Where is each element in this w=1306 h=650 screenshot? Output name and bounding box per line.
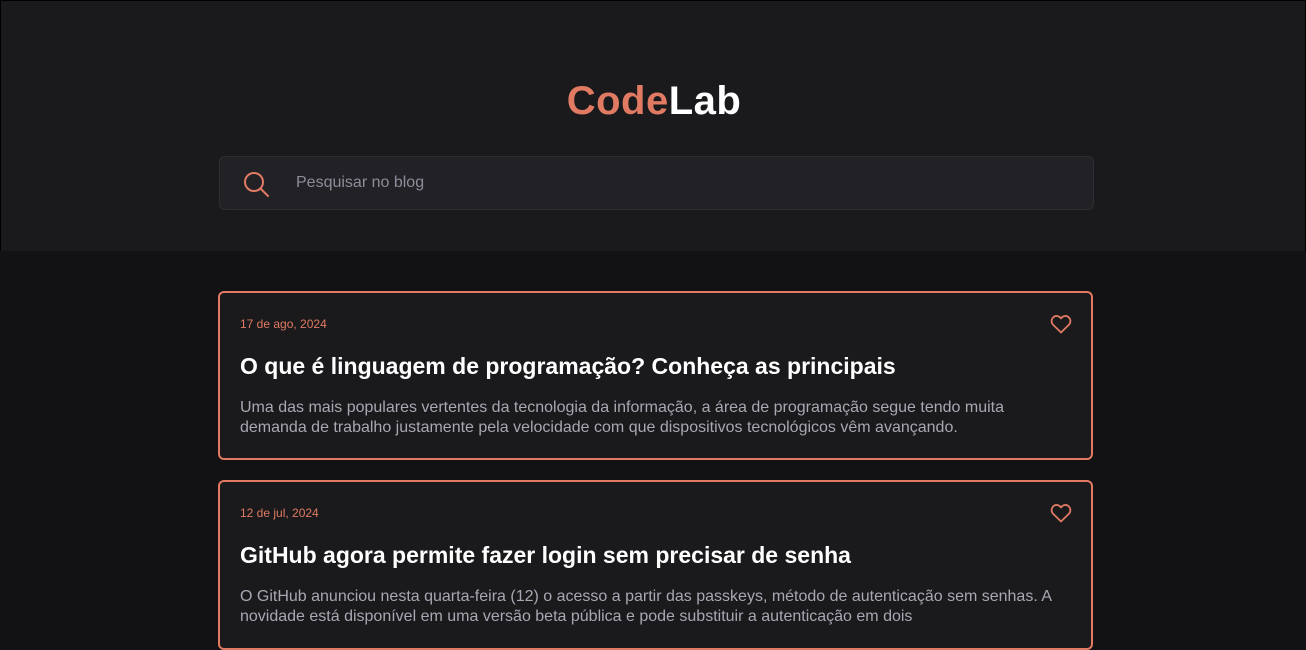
heart-icon[interactable] — [1049, 312, 1073, 336]
post-card[interactable]: 12 de jul, 2024 GitHub agora permite faz… — [218, 480, 1093, 650]
post-title[interactable]: GitHub agora permite fazer login sem pre… — [240, 542, 851, 569]
logo-lab-text: Lab — [668, 79, 742, 123]
search-bar[interactable] — [219, 156, 1094, 210]
post-date: 17 de ago, 2024 — [240, 317, 327, 331]
heart-icon[interactable] — [1049, 501, 1073, 525]
post-excerpt: O GitHub anunciou nesta quarta-feira (12… — [240, 588, 1052, 625]
post-card[interactable]: 17 de ago, 2024 O que é linguagem de pro… — [218, 291, 1093, 460]
search-input[interactable] — [296, 157, 1076, 209]
blog-header: CodeLab — [0, 0, 1306, 251]
logo-code-text: Code — [566, 79, 669, 123]
post-date: 12 de jul, 2024 — [240, 506, 319, 520]
logo[interactable]: CodeLab — [1, 79, 1306, 123]
post-title[interactable]: O que é linguagem de programação? Conheç… — [240, 353, 896, 380]
search-icon[interactable] — [242, 170, 270, 198]
post-excerpt: Uma das mais populares vertentes da tecn… — [240, 399, 1005, 436]
